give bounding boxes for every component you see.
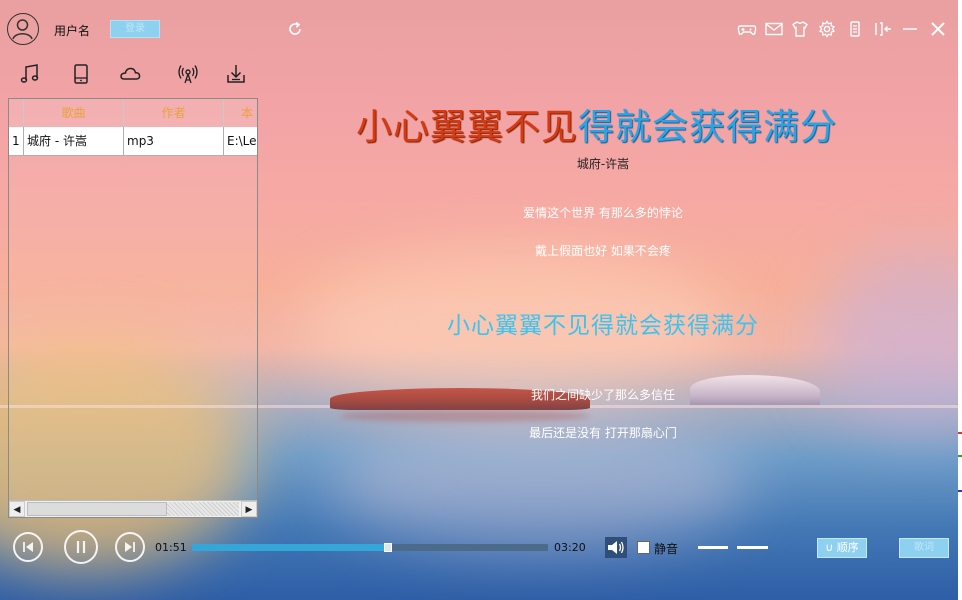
- play-order-label: 顺序: [836, 541, 859, 554]
- progress-fill: [192, 544, 388, 551]
- lyrics-toggle-button[interactable]: 歌词: [899, 538, 949, 558]
- pause-icon: [76, 541, 86, 553]
- device-icon[interactable]: [69, 62, 93, 86]
- island-reflection: [340, 410, 590, 422]
- speaker-icon: [608, 541, 624, 554]
- skin-shirt-icon[interactable]: [790, 19, 810, 39]
- mini-mode-icon[interactable]: [845, 19, 865, 39]
- column-header-path[interactable]: 本: [224, 99, 257, 127]
- volume-slider-left[interactable]: [698, 546, 728, 549]
- cloud-icon[interactable]: [118, 62, 142, 86]
- edge-mark: [958, 490, 962, 492]
- lyric-title-unsung: 得就会获得满分: [578, 107, 838, 148]
- avatar[interactable]: [7, 13, 39, 45]
- playlist-header: 歌曲 作者 本: [9, 99, 257, 127]
- lyric-line: 最后还是没有 打开那扇心门: [529, 426, 677, 440]
- previous-button[interactable]: [13, 532, 43, 562]
- close-icon[interactable]: [928, 19, 948, 39]
- next-icon: [125, 542, 135, 552]
- edge-mark: [958, 455, 962, 457]
- scroll-right-arrow-icon[interactable]: ▶: [241, 501, 257, 517]
- scroll-thumb[interactable]: [27, 502, 167, 516]
- row-index: 1: [9, 127, 24, 156]
- lyric-title-banner: 小心翼翼不见得就会获得满分: [356, 98, 896, 150]
- mail-icon[interactable]: [764, 19, 784, 39]
- gamepad-icon[interactable]: [737, 19, 757, 39]
- current-lyric-line: 小心翼翼不见得就会获得满分: [447, 313, 759, 339]
- glow-right: [820, 250, 962, 430]
- order-mode-icon: ∪: [825, 541, 837, 554]
- window-edge: [958, 0, 962, 600]
- song-artist-line: 城府-许嵩: [576, 157, 630, 171]
- username[interactable]: 用户名: [54, 22, 90, 39]
- download-icon[interactable]: [224, 62, 248, 86]
- row-song[interactable]: 城府 - 许嵩: [24, 127, 124, 156]
- edge-mark: [958, 432, 962, 434]
- minimize-icon[interactable]: [900, 19, 920, 39]
- pause-button[interactable]: [64, 530, 98, 564]
- music-note-icon[interactable]: [18, 62, 42, 86]
- previous-icon: [23, 542, 33, 552]
- user-icon: [12, 19, 33, 40]
- settings-gear-icon[interactable]: [817, 19, 837, 39]
- elapsed-time: 01:51: [155, 541, 187, 554]
- radio-broadcast-icon[interactable]: [176, 62, 200, 86]
- login-button[interactable]: 登录: [110, 20, 160, 38]
- lyric-line: 爱情这个世界 有那么多的悖论: [523, 206, 683, 220]
- progress-bar[interactable]: [192, 543, 548, 552]
- lyric-line: 我们之间缺少了那么多信任: [530, 388, 675, 402]
- row-author[interactable]: mp3: [124, 127, 224, 156]
- exit-logout-icon[interactable]: [873, 19, 893, 39]
- progress-knob[interactable]: [383, 543, 392, 552]
- table-row[interactable]: 1 城府 - 许嵩 mp3 E:\Lea: [9, 127, 257, 156]
- refresh-icon[interactable]: [285, 19, 305, 39]
- column-header-song[interactable]: 歌曲: [24, 99, 124, 127]
- mute-checkbox[interactable]: [637, 541, 650, 554]
- lyric-line: 戴上假面也好 如果不会疼: [535, 244, 671, 258]
- horizontal-scrollbar[interactable]: ◀ ▶: [9, 500, 257, 517]
- play-order-button[interactable]: ∪ 顺序: [817, 538, 867, 558]
- column-header-index: [9, 99, 24, 127]
- column-header-author[interactable]: 作者: [124, 99, 224, 127]
- scroll-track[interactable]: [167, 502, 239, 516]
- scroll-left-arrow-icon[interactable]: ◀: [9, 501, 25, 517]
- next-button[interactable]: [115, 532, 145, 562]
- total-time: 03:20: [554, 541, 586, 554]
- volume-button[interactable]: [605, 537, 627, 558]
- volume-slider-right[interactable]: [737, 546, 768, 549]
- row-path[interactable]: E:\Lea: [224, 127, 257, 156]
- mute-label[interactable]: 静音: [654, 540, 678, 557]
- playlist-table[interactable]: 歌曲 作者 本 1 城府 - 许嵩 mp3 E:\Lea ◀ ▶: [8, 98, 258, 518]
- lyric-title-sung: 小心翼翼不见: [356, 107, 579, 148]
